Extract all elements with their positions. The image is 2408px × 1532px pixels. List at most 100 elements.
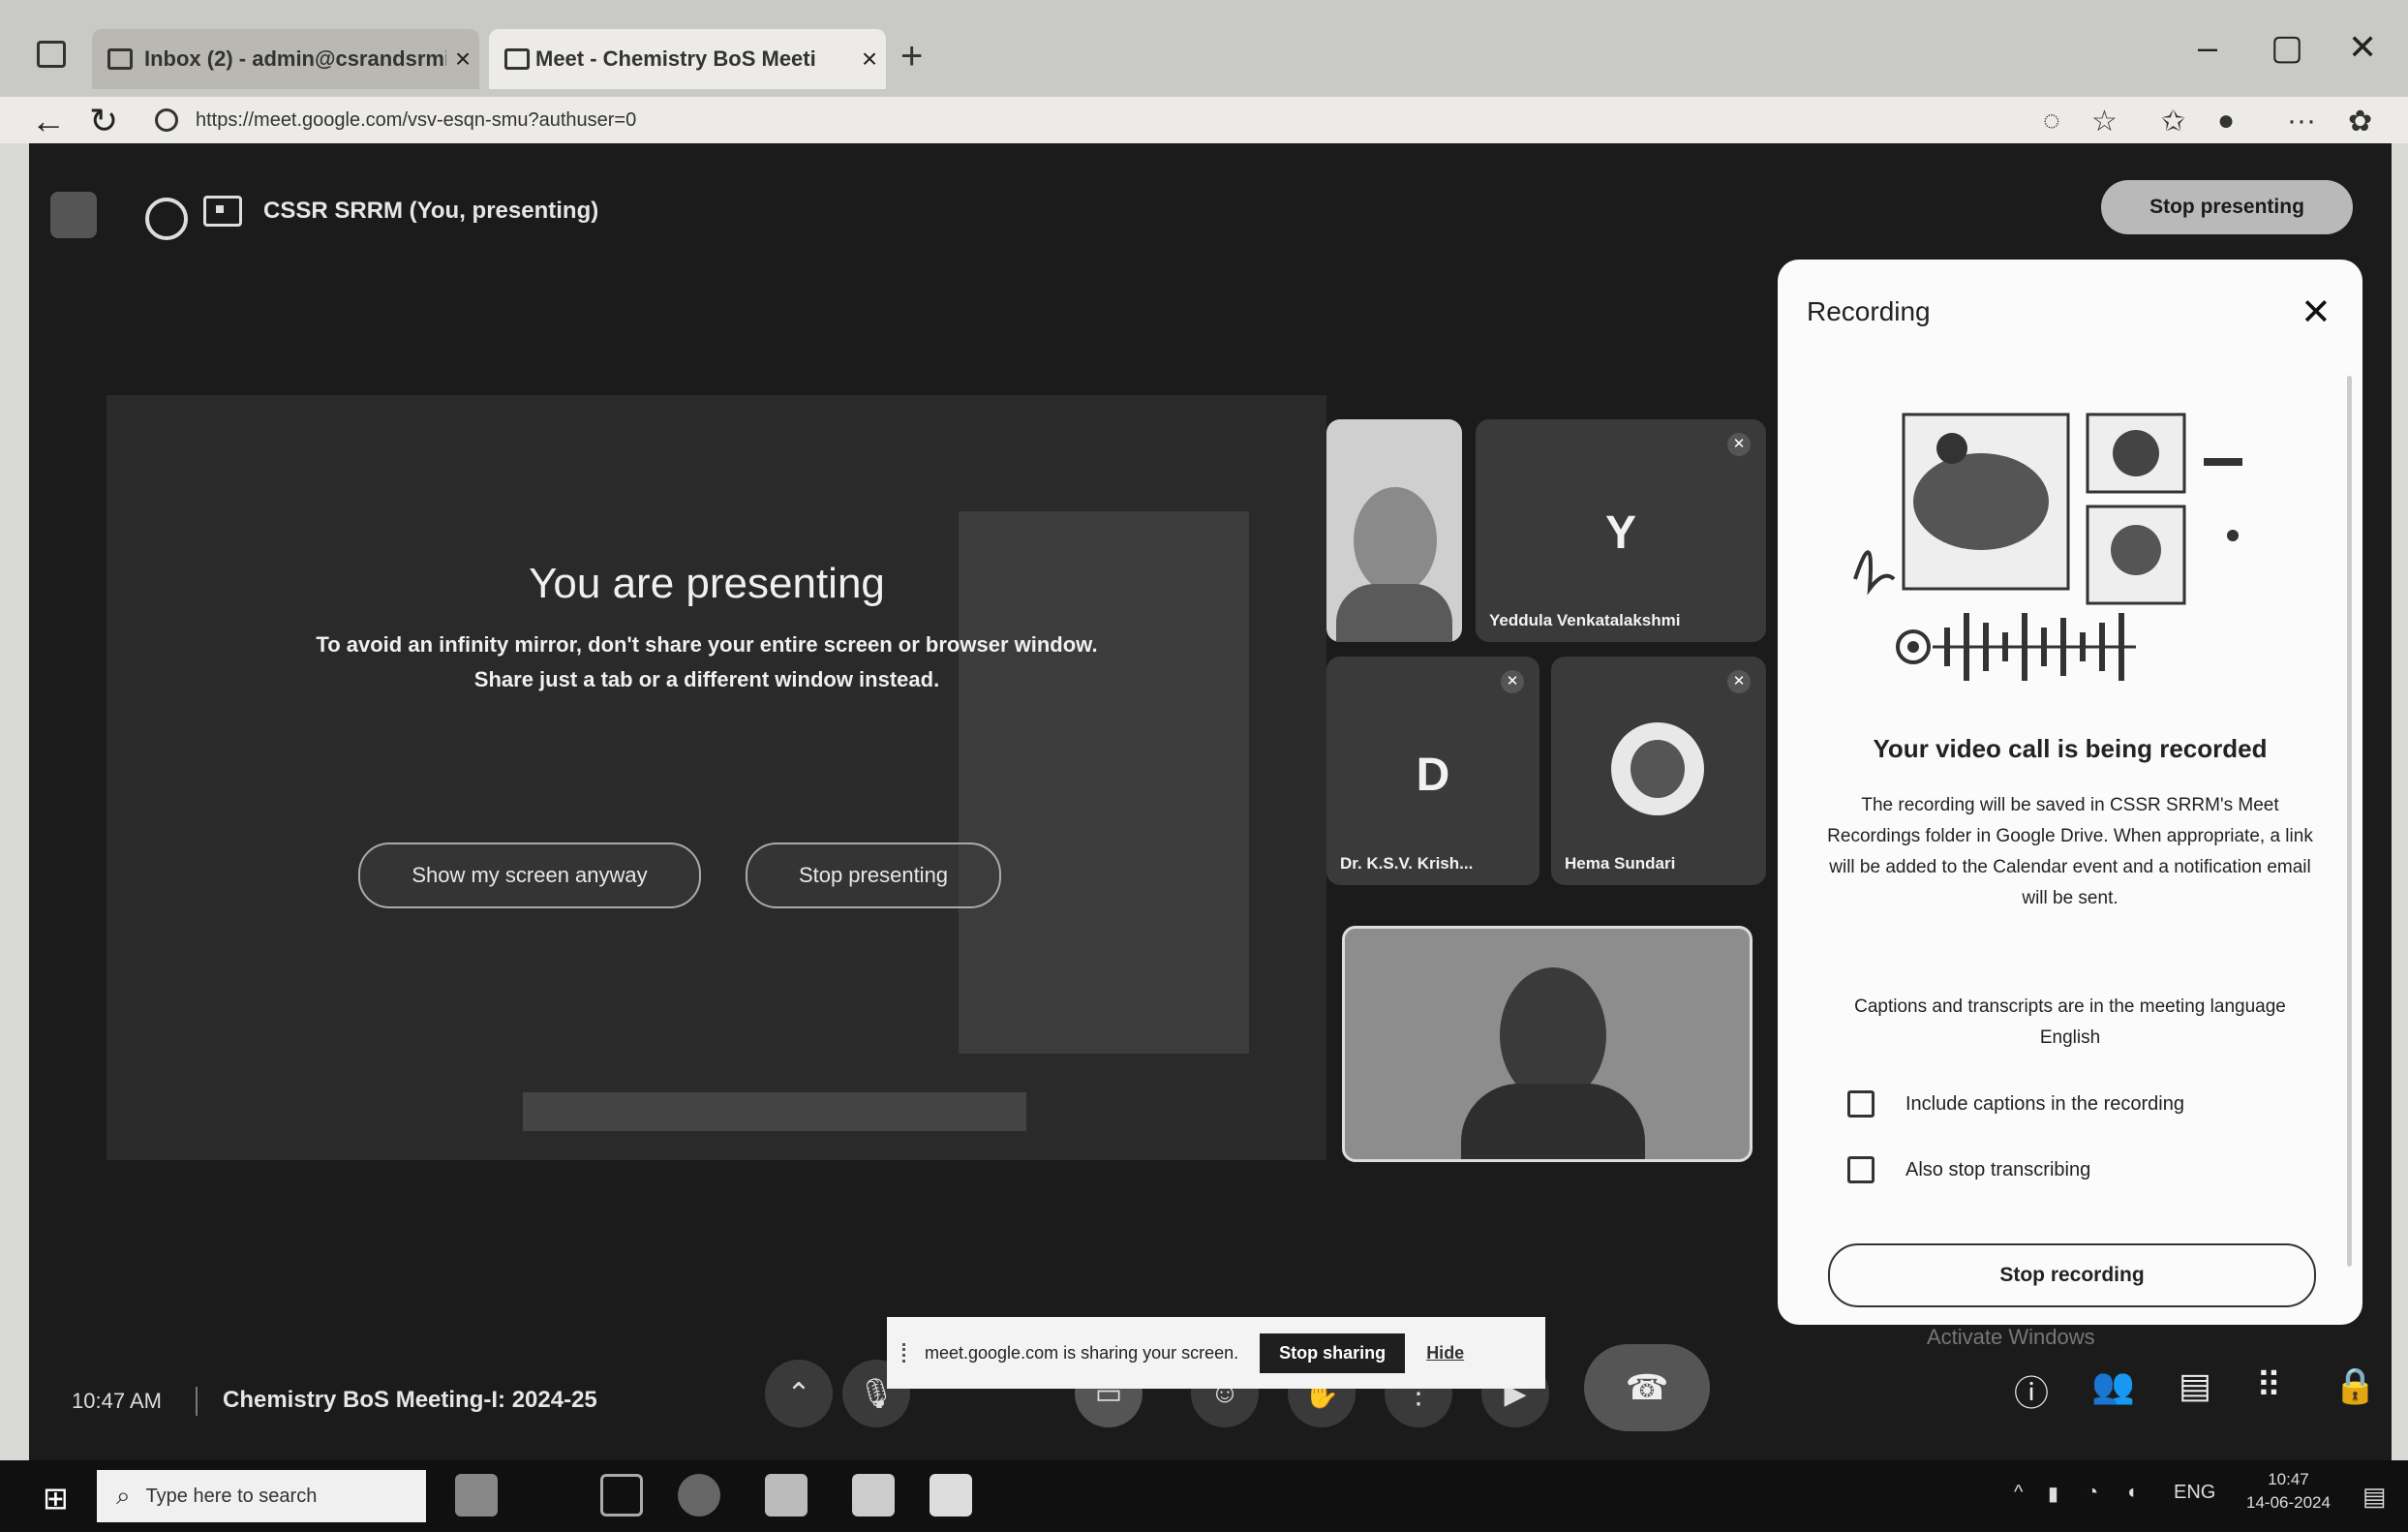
- drag-handle-icon[interactable]: [902, 1343, 911, 1363]
- system-clock[interactable]: 10:47 14-06-2024: [2246, 1468, 2331, 1515]
- panel-scrollbar[interactable]: [2347, 376, 2352, 1267]
- captions-icon[interactable]: ⌃: [765, 1360, 833, 1427]
- close-window-button[interactable]: ✕: [2348, 27, 2377, 68]
- mic-off-icon: ✕: [1727, 670, 1751, 693]
- stop-sharing-button[interactable]: Stop sharing: [1260, 1333, 1406, 1373]
- meeting-name: Chemistry BoS Meeting-I: 2024-25: [223, 1387, 597, 1413]
- leave-call-button[interactable]: ☎: [1584, 1344, 1710, 1431]
- recording-heading: Your video call is being recorded: [1873, 734, 2268, 763]
- store-icon[interactable]: [852, 1474, 895, 1517]
- close-tab-icon[interactable]: ×: [853, 44, 886, 75]
- profile-icon[interactable]: ●: [2217, 105, 2235, 138]
- screen-share-banner: meet.google.com is sharing your screen. …: [887, 1317, 1545, 1389]
- meet-window: CSSR SRRM (You, presenting) Stop present…: [29, 143, 2392, 1460]
- network-icon[interactable]: ◔: [2087, 1482, 2098, 1504]
- search-placeholder: Type here to search: [145, 1485, 318, 1507]
- participant-tile[interactable]: [1342, 926, 1753, 1162]
- battery-icon[interactable]: ▮: [2048, 1482, 2058, 1506]
- close-icon[interactable]: ✕: [2301, 291, 2332, 334]
- tab-title: Inbox (2) - admin@csrandsrmist: [144, 46, 446, 71]
- close-tab-icon[interactable]: ×: [446, 44, 479, 75]
- chat-icon[interactable]: ▤: [2179, 1365, 2211, 1406]
- tab-actions-icon[interactable]: [37, 41, 66, 68]
- address-bar: ← ↻ https://meet.google.com/vsv-esqn-smu…: [0, 97, 2408, 143]
- presenting-title: You are presenting: [529, 560, 885, 607]
- participant-name: Yeddula Venkatalakshmi: [1489, 611, 1681, 629]
- taskbar-search-box[interactable]: ⌕ Type here to search: [97, 1470, 426, 1522]
- activities-icon[interactable]: ⠿: [2256, 1365, 2281, 1406]
- tray-chevron-icon[interactable]: ^: [2014, 1482, 2023, 1504]
- recording-panel-title: Recording: [1807, 296, 1931, 326]
- more-menu-icon[interactable]: ···: [2287, 105, 2316, 138]
- recording-illustration: [1853, 413, 2242, 681]
- participant-video: [1354, 487, 1437, 594]
- windows-start-icon[interactable]: ⊞: [43, 1480, 69, 1517]
- favorites-bar-icon[interactable]: ✩: [2161, 105, 2185, 138]
- participant-tile[interactable]: ✕ Hema Sundari: [1551, 657, 1766, 885]
- meet-logo-icon: [50, 192, 97, 238]
- activate-windows-watermark: Activate Windows: [1927, 1325, 2095, 1349]
- mic-off-icon: ✕: [1501, 670, 1524, 693]
- tab-title: Meet - Chemistry BoS Meeti: [535, 46, 816, 71]
- stop-presenting-top-button[interactable]: Stop presenting: [2101, 180, 2353, 234]
- recording-indicator-icon[interactable]: [145, 198, 188, 240]
- participant-video: [1461, 1084, 1645, 1159]
- extensions-icon[interactable]: ✿: [2348, 105, 2372, 138]
- meeting-details-icon[interactable]: ⓘ: [2014, 1365, 2049, 1416]
- url-field[interactable]: https://meet.google.com/vsv-esqn-smu?aut…: [155, 101, 1898, 139]
- divider: [196, 1387, 198, 1416]
- hide-banner-link[interactable]: Hide: [1426, 1343, 1464, 1363]
- include-captions-checkbox[interactable]: [1847, 1090, 1875, 1118]
- word-icon[interactable]: [930, 1474, 972, 1517]
- participant-tile[interactable]: ✕ D Dr. K.S.V. Krish...: [1326, 657, 1539, 885]
- back-arrow-icon[interactable]: ←: [31, 101, 66, 141]
- tab-meet[interactable]: Meet - Chemistry BoS Meeti ×: [489, 29, 886, 194]
- search-highlight-icon[interactable]: [455, 1474, 498, 1517]
- favorite-star-icon[interactable]: ☆: [2091, 105, 2118, 138]
- url-text: https://meet.google.com/vsv-esqn-smu?aut…: [196, 108, 637, 131]
- presentation-preview: [107, 395, 1326, 1160]
- file-explorer-icon[interactable]: [765, 1474, 808, 1517]
- windows-taskbar: ⊞ ⌕ Type here to search ^ ▮ ◔ ◖ ENG 10:4…: [0, 1460, 2408, 1532]
- edge-browser-icon[interactable]: [678, 1474, 720, 1517]
- new-tab-button[interactable]: +: [900, 35, 923, 78]
- maximize-button[interactable]: ▢: [2271, 27, 2303, 68]
- gmail-icon: [107, 48, 133, 70]
- meeting-clock: 10:47 AM: [72, 1389, 162, 1413]
- captions-info-text: Captions and transcripts are in the meet…: [1854, 996, 2286, 1048]
- stop-transcribing-checkbox[interactable]: [1847, 1156, 1875, 1183]
- presenting-info-line: To avoid an infinity mirror, don't share…: [316, 632, 1098, 657]
- stop-recording-button[interactable]: Stop recording: [1828, 1243, 2316, 1307]
- presenter-label-text: CSSR SRRM (You, presenting): [263, 198, 599, 224]
- include-captions-option[interactable]: Include captions in the recording: [1847, 1090, 2184, 1118]
- stop-presenting-button[interactable]: Stop presenting: [746, 843, 1001, 908]
- present-screen-icon: [203, 196, 242, 227]
- participant-name: Dr. K.S.V. Krish...: [1340, 854, 1474, 873]
- tab-inbox[interactable]: Inbox (2) - admin@csrandsrmist ×: [92, 29, 479, 89]
- participant-initial: D: [1416, 750, 1450, 801]
- reader-mode-icon[interactable]: ◌: [2043, 105, 2060, 138]
- clock-time: 10:47: [2268, 1470, 2309, 1488]
- mic-off-icon: ✕: [1727, 433, 1751, 456]
- notifications-icon[interactable]: ▤: [2362, 1482, 2387, 1512]
- participant-video: [1336, 584, 1452, 642]
- host-controls-icon[interactable]: 🔒: [2333, 1365, 2377, 1406]
- presenter-label: CSSR SRRM (You, presenting): [203, 196, 598, 227]
- lock-icon[interactable]: [155, 108, 178, 132]
- language-indicator[interactable]: ENG: [2174, 1482, 2215, 1504]
- preview-content: [523, 1092, 1026, 1131]
- search-icon: ⌕: [116, 1481, 131, 1510]
- participant-name: Hema Sundari: [1565, 854, 1676, 873]
- volume-icon[interactable]: ◖: [2125, 1482, 2137, 1504]
- minimize-button[interactable]: –: [2198, 27, 2217, 68]
- participant-tile[interactable]: [1326, 419, 1462, 642]
- stop-transcribing-option[interactable]: Also stop transcribing: [1847, 1156, 2090, 1183]
- tab-page-icon: [504, 48, 530, 70]
- participant-tile[interactable]: ✕ Y Yeddula Venkatalakshmi: [1476, 419, 1766, 642]
- participant-initial: Y: [1604, 507, 1636, 559]
- reload-icon[interactable]: ↻: [89, 101, 118, 141]
- people-icon[interactable]: 👥: [2091, 1365, 2135, 1406]
- task-view-icon[interactable]: [600, 1474, 643, 1517]
- include-captions-label: Include captions in the recording: [1905, 1092, 2184, 1115]
- show-screen-anyway-button[interactable]: Show my screen anyway: [358, 843, 701, 908]
